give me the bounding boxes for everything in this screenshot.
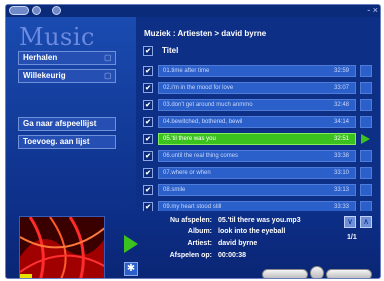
now-playing-bar: ✱ Nu afspelen: 05.'til there was you.mp3… — [6, 211, 380, 278]
table-row[interactable]: ✔ 03.don't get around much anmmo 32:48 — [140, 99, 372, 111]
shuffle-label: Willekeurig — [23, 71, 66, 80]
table-row[interactable]: ✔ 06.until the real thing comes 33:38 — [140, 150, 372, 162]
track-title: 03.don't get around much anmmo — [163, 102, 253, 108]
start-logo-icon[interactable] — [9, 6, 29, 15]
now-playing-value: 05.'til there was you.mp3 — [218, 217, 301, 224]
repeat-label: Herhalen — [23, 53, 58, 62]
go-to-playlist-button[interactable]: Ga naar afspeellijst — [18, 117, 116, 131]
home-icon[interactable] — [52, 6, 61, 15]
repeat-button[interactable]: Herhalen ▢ — [18, 51, 116, 65]
table-row[interactable]: ✔ 04.bewitched, bothered, bewil 34:14 — [140, 116, 372, 128]
table-row-now-playing[interactable]: ✔ 05.'til there was you 32:51 — [140, 133, 372, 145]
checkbox-icon: ▢ — [104, 53, 112, 62]
list-header: ✔ Titel — [140, 45, 372, 57]
row-side-cell — [360, 184, 372, 196]
track-duration: 33:13 — [333, 187, 349, 193]
track-checkbox[interactable]: ✔ — [143, 134, 153, 144]
table-row[interactable]: ✔ 07.where or when 33:10 — [140, 167, 372, 179]
artist-label-row: Artiest: — [146, 240, 212, 249]
add-to-list-label: Toevoeg. aan lijst — [23, 137, 90, 146]
row-side-cell — [360, 82, 372, 94]
play-pause-button[interactable] — [310, 266, 324, 278]
track-checkbox[interactable]: ✔ — [143, 100, 153, 110]
time-value: 00:00:38 — [218, 252, 247, 259]
track-duration: 33:10 — [333, 170, 349, 176]
track-checkbox[interactable]: ✔ — [143, 151, 153, 161]
track-title: 04.bewitched, bothered, bewil — [163, 119, 243, 125]
shuffle-button[interactable]: Willekeurig ▢ — [18, 69, 116, 83]
page-down-button[interactable]: ∨ — [344, 216, 356, 228]
artist-label: Artiest: — [187, 240, 212, 247]
track-duration: 32:59 — [333, 68, 349, 74]
title-column-header[interactable]: Titel — [158, 45, 356, 57]
row-side-cell — [360, 116, 372, 128]
track-title: 08.smile — [163, 187, 186, 193]
media-center-window: - × Music Herhalen ▢ Willekeurig ▢ Ga na… — [5, 4, 381, 279]
row-side-cell — [360, 133, 372, 145]
now-playing-label-row: Nu afspelen: — [146, 217, 212, 226]
transport-controls-left[interactable] — [262, 269, 308, 278]
select-all-checkbox[interactable]: ✔ — [143, 46, 153, 56]
checkbox-icon: ▢ — [104, 71, 112, 80]
track-title: 07.where or when — [163, 170, 211, 176]
play-icon[interactable] — [124, 235, 138, 253]
track-title: 02.i'm in the mood for love — [163, 85, 234, 91]
add-to-list-button[interactable]: Toevoeg. aan lijst — [18, 135, 116, 149]
transport-controls-right[interactable] — [326, 269, 372, 278]
now-playing-icon — [361, 134, 370, 144]
row-side-cell — [360, 99, 372, 111]
track-duration: 32:51 — [333, 136, 349, 142]
row-side-cell — [360, 65, 372, 77]
breadcrumb: Muziek : Artiesten > david byrne — [144, 29, 267, 38]
album-label: Album: — [187, 228, 212, 235]
track-duration: 34:14 — [333, 119, 349, 125]
album-art-image — [20, 217, 104, 278]
track-duration: 32:48 — [333, 102, 349, 108]
album-label-row: Album: — [146, 228, 212, 237]
now-playing-label: Nu afspelen: — [169, 217, 212, 224]
visualizer-button[interactable]: ✱ — [124, 262, 138, 276]
track-checkbox[interactable]: ✔ — [143, 83, 153, 93]
track-title: 09.my heart stood still — [163, 204, 222, 210]
track-duration: 33:07 — [333, 85, 349, 91]
track-checkbox[interactable]: ✔ — [143, 66, 153, 76]
top-bar: - × — [6, 5, 380, 17]
album-value: look into the eyeball — [218, 228, 286, 235]
page-title: Music — [19, 23, 95, 51]
artist-value: david byrne — [218, 240, 258, 247]
track-title: 05.'til there was you — [163, 136, 216, 142]
track-title: 06.until the real thing comes — [163, 153, 239, 159]
page-indicator: 1/1 — [347, 234, 357, 241]
track-checkbox[interactable]: ✔ — [143, 185, 153, 195]
track-duration: 33:38 — [333, 153, 349, 159]
go-to-playlist-label: Ga naar afspeellijst — [23, 119, 97, 128]
track-checkbox[interactable]: ✔ — [143, 117, 153, 127]
window-controls[interactable]: - × — [367, 5, 378, 16]
track-checkbox[interactable]: ✔ — [143, 168, 153, 178]
table-row[interactable]: ✔ 02.i'm in the mood for love 33:07 — [140, 82, 372, 94]
sidebar: Music Herhalen ▢ Willekeurig ▢ Ga naar a… — [6, 17, 136, 213]
row-side-cell — [360, 167, 372, 179]
album-art[interactable] — [19, 216, 105, 278]
page-up-button[interactable]: ∧ — [360, 216, 372, 228]
back-icon[interactable] — [32, 6, 41, 15]
time-label-row: Afspelen op: — [146, 252, 212, 261]
table-row[interactable]: ✔ 08.smile 33:13 — [140, 184, 372, 196]
track-title: 01.time after time — [163, 68, 210, 74]
table-row[interactable]: ✔ 01.time after time 32:59 — [140, 65, 372, 77]
time-label: Afspelen op: — [169, 252, 212, 259]
row-side-cell — [360, 150, 372, 162]
